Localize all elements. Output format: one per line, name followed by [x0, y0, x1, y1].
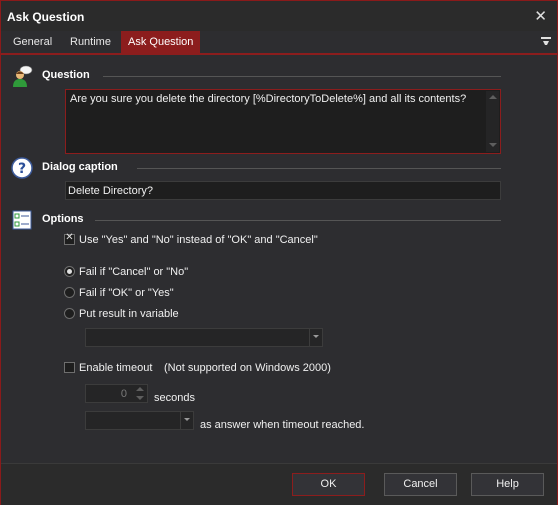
options-list-icon	[12, 210, 32, 230]
radio-fail-ok-yes[interactable]	[64, 287, 75, 298]
fail-ok-yes-label: Fail if "OK" or "Yes"	[79, 287, 174, 299]
timeout-seconds-value: 0	[120, 388, 127, 400]
spin-up-icon[interactable]	[136, 387, 144, 391]
timeout-note: (Not supported on Windows 2000)	[164, 362, 331, 374]
question-scrollbar[interactable]	[486, 91, 499, 152]
cancel-button[interactable]: Cancel	[384, 473, 457, 496]
spinner-arrows[interactable]	[133, 385, 147, 402]
scroll-up-icon[interactable]	[489, 95, 497, 99]
tab-ask-question[interactable]: Ask Question	[121, 31, 201, 53]
timeout-answer-select[interactable]	[85, 411, 194, 430]
checkbox-check-icon: ✕	[65, 232, 74, 243]
enable-timeout-checkbox[interactable]	[64, 362, 75, 373]
ask-question-window: Ask Question ✕ General Runtime Ask Quest…	[0, 0, 558, 505]
dialog-caption-value: Delete Directory?	[68, 185, 153, 197]
caption-heading: Dialog caption	[42, 161, 118, 173]
question-section-header: Question	[11, 65, 501, 87]
tab-bar: General Runtime Ask Question	[1, 31, 557, 55]
close-icon[interactable]: ✕	[534, 7, 547, 25]
dialog-caption-input[interactable]: Delete Directory?	[65, 181, 501, 200]
question-text: Are you sure you delete the directory [%…	[70, 93, 467, 105]
timeout-answer-suffix: as answer when timeout reached.	[200, 419, 365, 431]
scroll-down-icon[interactable]	[489, 143, 497, 147]
put-result-variable-label: Put result in variable	[79, 308, 179, 320]
caption-divider	[137, 168, 501, 169]
radio-selected-dot	[67, 269, 72, 274]
options-section-header: Options	[11, 209, 501, 231]
question-divider	[103, 76, 501, 77]
question-textarea[interactable]: Are you sure you delete the directory [%…	[65, 89, 501, 154]
spin-down-icon[interactable]	[136, 396, 144, 400]
ok-button[interactable]: OK	[292, 473, 365, 496]
use-yes-no-label: Use "Yes" and "No" instead of "OK" and "…	[79, 234, 318, 246]
seconds-label: seconds	[154, 392, 195, 404]
tab-menu-icon[interactable]	[541, 35, 551, 47]
chevron-down-icon[interactable]	[180, 412, 193, 429]
tab-runtime[interactable]: Runtime	[63, 31, 118, 53]
fail-cancel-no-label: Fail if "Cancel" or "No"	[79, 266, 189, 278]
options-divider	[95, 220, 501, 221]
dialog-footer: OK Cancel Help	[1, 463, 557, 505]
chevron-down-icon[interactable]	[309, 329, 322, 346]
person-speech-icon	[13, 65, 33, 87]
options-heading: Options	[42, 213, 84, 225]
radio-fail-cancel-no[interactable]	[64, 266, 75, 277]
window-title: Ask Question	[7, 10, 85, 24]
caption-section-header: ? Dialog caption	[11, 157, 501, 179]
title-bar: Ask Question ✕	[1, 1, 557, 31]
svg-text:?: ?	[18, 161, 26, 177]
question-mark-icon: ?	[11, 157, 33, 179]
result-variable-select[interactable]	[85, 328, 323, 347]
enable-timeout-label: Enable timeout	[79, 362, 153, 374]
radio-put-result-variable[interactable]	[64, 308, 75, 319]
tab-general[interactable]: General	[6, 31, 59, 53]
help-button[interactable]: Help	[471, 473, 544, 496]
timeout-seconds-spinner[interactable]: 0	[85, 384, 148, 403]
question-heading: Question	[42, 69, 90, 81]
use-yes-no-checkbox[interactable]: ✕	[64, 232, 75, 245]
